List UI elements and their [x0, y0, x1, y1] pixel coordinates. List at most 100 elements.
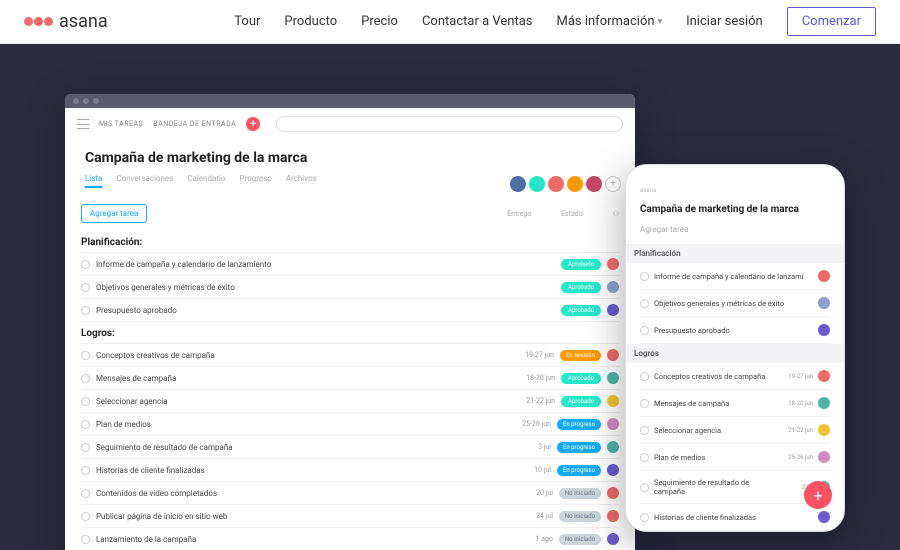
mobile-task-row[interactable]: Mensajes de campaña18-20 jun [640, 390, 830, 417]
status-pill[interactable]: En progreso [557, 419, 601, 430]
tab-conversaciones[interactable]: Conversaciones [116, 174, 173, 188]
assignee-avatar[interactable] [607, 510, 619, 522]
assignee-avatar[interactable] [607, 281, 619, 293]
status-pill[interactable]: No iniciado [559, 488, 601, 499]
mobile-task-row[interactable]: Seleccionar agencia21-22 jun [640, 417, 830, 444]
toolbar-bandeja[interactable]: BANDEJA DE ENTRADA [153, 120, 236, 128]
complete-checkbox[interactable] [81, 260, 90, 269]
task-row[interactable]: Plan de medios25-26 junEn progreso [81, 413, 619, 436]
assignee-avatar[interactable] [607, 533, 619, 545]
complete-checkbox[interactable] [640, 513, 649, 522]
assignee-avatar[interactable] [607, 349, 619, 361]
complete-checkbox[interactable] [640, 299, 649, 308]
nav-producto[interactable]: Producto [284, 14, 337, 29]
quick-add-button[interactable]: + [246, 117, 260, 131]
assignee-avatar[interactable] [818, 397, 830, 409]
assignee-avatar[interactable] [818, 297, 830, 309]
complete-checkbox[interactable] [81, 489, 90, 498]
task-row[interactable]: Objetivos generales y métricas de éxitoA… [81, 276, 619, 299]
mobile-add-task[interactable]: Agregar tarea [640, 225, 830, 234]
assignee-avatar[interactable] [607, 395, 619, 407]
mobile-task-row[interactable]: Seguimiento de resultado de campaña3 jul [640, 471, 830, 504]
task-row[interactable]: Conceptos creativos de campaña19-27 junE… [81, 344, 619, 367]
assignee-avatar[interactable] [607, 464, 619, 476]
assignee-avatar[interactable] [607, 441, 619, 453]
tab-lista[interactable]: Lista [85, 174, 102, 188]
complete-checkbox[interactable] [640, 453, 649, 462]
assignee-avatar[interactable] [818, 451, 830, 463]
mobile-fab-button[interactable]: + [804, 481, 832, 509]
cta-comenzar-button[interactable]: Comenzar [787, 7, 876, 36]
status-pill[interactable]: No iniciado [559, 534, 601, 545]
assignee-avatar[interactable] [607, 304, 619, 316]
task-row[interactable]: Informe de campaña y calendario de lanza… [81, 253, 619, 276]
complete-checkbox[interactable] [81, 535, 90, 544]
nav-login[interactable]: Iniciar sesión [686, 14, 763, 29]
member-avatar[interactable] [548, 176, 564, 192]
task-row[interactable]: Historias de cliente finalizadas10 julEn… [81, 459, 619, 482]
member-avatar[interactable] [567, 176, 583, 192]
brand-logo[interactable]: asana [24, 11, 108, 32]
complete-checkbox[interactable] [640, 426, 649, 435]
complete-checkbox[interactable] [81, 466, 90, 475]
status-pill[interactable]: Aprobado [561, 373, 601, 384]
tab-archivos[interactable]: Archivos [286, 174, 317, 188]
assignee-avatar[interactable] [607, 418, 619, 430]
member-avatar[interactable] [529, 176, 545, 192]
menu-icon[interactable] [77, 119, 89, 129]
complete-checkbox[interactable] [81, 283, 90, 292]
nav-mas-informacion[interactable]: Más información ▾ [556, 14, 662, 29]
assignee-avatar[interactable] [607, 487, 619, 499]
task-row[interactable]: Seguimiento de resultado de campaña3 jul… [81, 436, 619, 459]
task-row[interactable]: Publicar página de inicio en sitio web24… [81, 505, 619, 528]
task-row[interactable]: Contenidos de vídeo completados20 julNo … [81, 482, 619, 505]
status-pill[interactable]: Aprobado [561, 282, 601, 293]
tab-progreso[interactable]: Progreso [240, 174, 272, 188]
assignee-avatar[interactable] [818, 324, 830, 336]
mobile-task-row[interactable]: Plan de medios25-26 jun [640, 444, 830, 471]
complete-checkbox[interactable] [81, 351, 90, 360]
nav-precio[interactable]: Precio [361, 14, 398, 29]
assignee-avatar[interactable] [818, 424, 830, 436]
mobile-task-row[interactable]: Presupuesto aprobado [640, 317, 830, 344]
status-pill[interactable]: No iniciado [559, 511, 601, 522]
assignee-avatar[interactable] [607, 372, 619, 384]
search-input[interactable] [276, 116, 623, 132]
assignee-avatar[interactable] [818, 270, 830, 282]
complete-checkbox[interactable] [81, 420, 90, 429]
status-pill[interactable]: En revisión [560, 350, 601, 361]
add-task-button[interactable]: Agregar tarea [81, 204, 147, 223]
mobile-task-row[interactable]: Objetivos generales y métricas de éxito [640, 290, 830, 317]
complete-checkbox[interactable] [640, 372, 649, 381]
mobile-task-row[interactable]: Conceptos creativos de campaña19-27 jun [640, 363, 830, 390]
status-pill[interactable]: En progreso [557, 465, 601, 476]
status-pill[interactable]: Aprobado [561, 396, 601, 407]
task-row[interactable]: Mensajes de campaña18-20 junAprobado [81, 367, 619, 390]
complete-checkbox[interactable] [81, 397, 90, 406]
complete-checkbox[interactable] [640, 326, 649, 335]
complete-checkbox[interactable] [81, 374, 90, 383]
assignee-avatar[interactable] [818, 370, 830, 382]
status-pill[interactable]: Aprobado [561, 305, 601, 316]
tab-calendario[interactable]: Calendario [187, 174, 225, 188]
assignee-avatar[interactable] [818, 511, 830, 523]
task-row[interactable]: Presupuesto aprobadoAprobado [81, 299, 619, 322]
toolbar-mistareas[interactable]: MIS TAREAS [99, 120, 143, 128]
assignee-avatar[interactable] [607, 258, 619, 270]
task-row[interactable]: Seleccionar agencia21-22 junAprobado [81, 390, 619, 413]
complete-checkbox[interactable] [640, 483, 649, 492]
complete-checkbox[interactable] [640, 399, 649, 408]
add-member-button[interactable]: + [605, 176, 621, 192]
complete-checkbox[interactable] [81, 512, 90, 521]
mobile-task-row[interactable]: Informe de campaña y calendario de lanza… [640, 263, 830, 290]
member-avatar[interactable] [510, 176, 526, 192]
nav-tour[interactable]: Tour [234, 14, 260, 29]
member-avatar[interactable] [586, 176, 602, 192]
complete-checkbox[interactable] [81, 306, 90, 315]
status-pill[interactable]: Aprobado [561, 259, 601, 270]
mobile-task-row[interactable]: Historias de cliente finalizadas [640, 504, 830, 531]
complete-checkbox[interactable] [640, 272, 649, 281]
nav-contactar[interactable]: Contactar a Ventas [422, 14, 533, 29]
status-pill[interactable]: En progreso [557, 442, 601, 453]
task-row[interactable]: Lanzamiento de la campaña1 agoNo iniciad… [81, 528, 619, 550]
